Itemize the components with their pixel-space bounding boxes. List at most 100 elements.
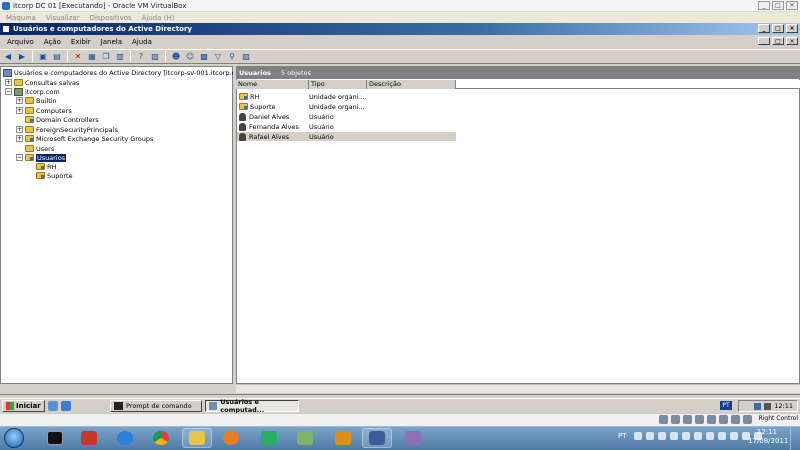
list-item[interactable]: Suporte Unidade organi... — [237, 102, 456, 111]
usb-icon[interactable] — [707, 415, 716, 424]
list-item[interactable]: RH Unidade organi... — [237, 92, 456, 101]
new-group-icon[interactable]: ☺ — [184, 51, 196, 63]
column-descricao[interactable]: Descrição — [367, 80, 456, 89]
host-clock[interactable]: 12:11 17/08/2011 — [748, 428, 788, 446]
host-paint-icon[interactable] — [398, 428, 428, 448]
task-ad-users[interactable]: Usuários e computad... — [205, 398, 299, 414]
show-desktop-button[interactable] — [790, 426, 800, 450]
host-chrome-icon[interactable] — [146, 428, 176, 448]
tray-battery-icon[interactable] — [706, 432, 714, 440]
export-list-icon[interactable]: ▥ — [114, 51, 126, 63]
list-item[interactable]: Daniel Alves Usuário — [237, 112, 456, 121]
tray-arrow-icon[interactable] — [634, 432, 642, 440]
tree-item-domain[interactable]: − itcorp.com — [5, 87, 60, 96]
tree-item-usuarios[interactable]: − Usuarios — [16, 153, 67, 162]
tray-display-icon[interactable] — [730, 432, 738, 440]
forward-icon[interactable]: ▶ — [16, 51, 28, 63]
minimize-button[interactable]: _ — [758, 1, 770, 10]
menu-arquivo[interactable]: Arquivo — [2, 38, 39, 46]
quicklaunch-ie-icon[interactable] — [60, 401, 71, 411]
host-explorer-icon[interactable] — [182, 428, 212, 448]
properties-icon[interactable]: ▦ — [86, 51, 98, 63]
close-button[interactable]: × — [786, 1, 798, 10]
tray-app-icon[interactable] — [694, 432, 702, 440]
list-item[interactable]: Fernanda Alves Usuário — [237, 122, 456, 131]
tree-item-users[interactable]: Users — [25, 144, 54, 153]
host-briefcase-icon[interactable] — [74, 428, 104, 448]
host-cmd-icon[interactable] — [40, 428, 70, 448]
host-ie-icon[interactable] — [110, 428, 140, 448]
tree-item-builtin[interactable]: + Builtin — [16, 96, 57, 105]
child-minimize-button[interactable]: _ — [758, 37, 770, 45]
host-users-icon[interactable] — [290, 428, 320, 448]
collapse-icon[interactable]: − — [5, 88, 12, 95]
quicklaunch-explorer-icon[interactable] — [47, 401, 58, 411]
menu-janela[interactable]: Janela — [96, 38, 127, 46]
add-to-group-icon[interactable]: ▨ — [240, 51, 252, 63]
mmc-maximize-button[interactable]: □ — [772, 24, 784, 33]
start-button[interactable]: Iniciar — [2, 400, 45, 412]
hdd-icon[interactable] — [659, 415, 668, 424]
tray-bluetooth-icon[interactable] — [718, 432, 726, 440]
new-ou-icon[interactable]: ▩ — [198, 51, 210, 63]
floppy-icon[interactable] — [683, 415, 692, 424]
host-media-player-icon[interactable] — [216, 428, 246, 448]
host-key-icon[interactable] — [743, 415, 752, 424]
delete-icon[interactable]: ✕ — [72, 51, 84, 63]
list-item-selected[interactable]: Rafael Alves Usuário — [237, 132, 456, 141]
menu-dispositivos[interactable]: Dispositivos — [90, 14, 132, 22]
tree-item-computers[interactable]: + Computers — [16, 106, 72, 115]
expand-icon[interactable]: + — [16, 107, 23, 114]
volume-icon[interactable] — [764, 402, 772, 410]
network-adapter-icon[interactable] — [695, 415, 704, 424]
tray-security-icon[interactable] — [646, 432, 654, 440]
child-restore-button[interactable]: □ — [772, 37, 784, 45]
tree-item-rh[interactable]: RH — [36, 162, 56, 171]
menu-visualizar[interactable]: Visualizar — [46, 14, 80, 22]
column-tipo[interactable]: Tipo — [309, 80, 367, 89]
expand-icon[interactable]: + — [16, 97, 23, 104]
host-messenger-icon[interactable] — [254, 428, 284, 448]
tree-item-suporte[interactable]: Suporte — [36, 171, 73, 180]
collapse-icon[interactable]: − — [16, 154, 23, 161]
child-close-button[interactable]: × — [786, 37, 798, 45]
menu-ajuda[interactable]: Ajuda — [127, 38, 157, 46]
maximize-button[interactable]: □ — [772, 1, 784, 10]
tree-item-domain-controllers[interactable]: Domain Controllers — [25, 115, 99, 124]
tray-signal-icon[interactable] — [682, 432, 690, 440]
filter-icon[interactable]: ▽ — [212, 51, 224, 63]
tree-root[interactable]: Usuários e computadores do Active Direct… — [3, 68, 248, 77]
cd-icon[interactable] — [671, 415, 680, 424]
network-icon[interactable] — [754, 402, 762, 410]
column-nome[interactable]: Nome — [236, 80, 309, 89]
copy-icon[interactable]: ❐ — [100, 51, 112, 63]
console-icon[interactable]: ▧ — [149, 51, 161, 63]
expand-icon[interactable]: + — [5, 79, 12, 86]
show-tree-icon[interactable]: ▤ — [51, 51, 63, 63]
guest-language-indicator[interactable]: PT — [720, 401, 732, 410]
host-start-orb[interactable] — [4, 428, 24, 448]
horizontal-scrollbar[interactable] — [236, 384, 800, 393]
host-language-indicator[interactable]: PT — [618, 432, 627, 440]
menu-acao[interactable]: Ação — [39, 38, 66, 46]
menu-exibir[interactable]: Exibir — [66, 38, 96, 46]
expand-icon[interactable]: + — [16, 126, 23, 133]
host-outlook-icon[interactable] — [328, 428, 358, 448]
menu-maquina[interactable]: Máquina — [6, 14, 36, 22]
menu-ajuda-h[interactable]: Ajuda (H) — [142, 14, 175, 22]
mouse-integration-icon[interactable] — [731, 415, 740, 424]
task-prompt[interactable]: Prompt de comando — [110, 400, 202, 412]
find-icon[interactable]: ⚲ — [226, 51, 238, 63]
mmc-close-button[interactable]: × — [786, 24, 798, 33]
back-icon[interactable]: ◀ — [2, 51, 14, 63]
tray-update-icon[interactable] — [658, 432, 666, 440]
tray-flag-icon[interactable] — [670, 432, 678, 440]
tree-item-foreign-security[interactable]: + ForeignSecurityPrincipals — [16, 125, 118, 134]
mmc-minimize-button[interactable]: _ — [758, 24, 770, 33]
help-icon[interactable]: ? — [135, 51, 147, 63]
tree-item-exchange-groups[interactable]: + Microsoft Exchange Security Groups — [16, 134, 153, 143]
tree-item-saved-queries[interactable]: + Consultas salvas — [5, 78, 79, 87]
host-virtualbox-icon[interactable] — [362, 428, 392, 448]
shared-folder-icon[interactable] — [719, 415, 728, 424]
expand-icon[interactable]: + — [16, 135, 23, 142]
